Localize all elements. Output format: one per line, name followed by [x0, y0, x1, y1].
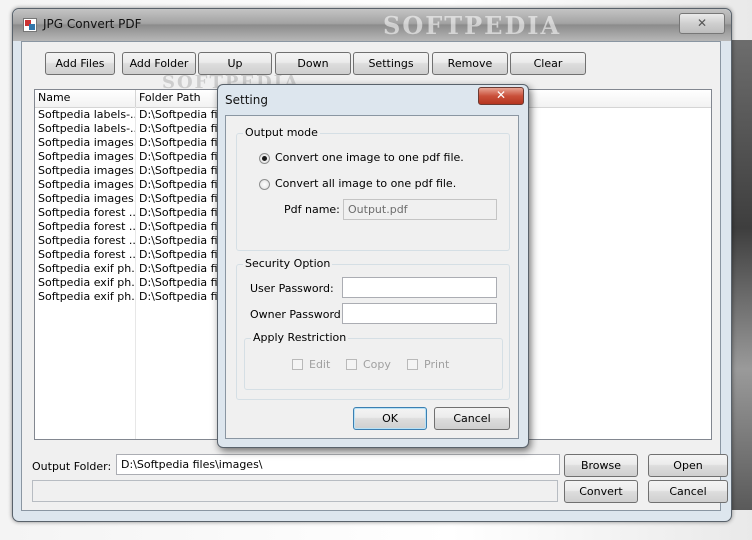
close-icon[interactable]: ✕: [478, 87, 524, 105]
owner-password-input[interactable]: [342, 303, 497, 324]
setting-dialog: Setting ✕ Output mode Convert one image …: [217, 84, 529, 448]
settings-button[interactable]: Settings: [353, 52, 429, 75]
open-button[interactable]: Open: [648, 454, 728, 477]
title-bar[interactable]: JPG Convert PDF SOFTPEDIA ✕: [13, 9, 731, 41]
file-name-cell: Softpedia forest ...: [38, 248, 135, 261]
file-name-cell: Softpedia images...: [38, 136, 135, 149]
file-name-cell: Softpedia exif ph...: [38, 276, 135, 289]
file-name-cell: Softpedia images...: [38, 178, 135, 191]
apply-restriction-group: Apply Restriction Edit Copy Print: [244, 331, 503, 390]
watermark-text: SOFTPEDIA: [383, 11, 562, 40]
user-password-input[interactable]: [342, 277, 497, 298]
option-all-label[interactable]: Convert all image to one pdf file.: [275, 177, 456, 190]
file-name-cell: Softpedia images...: [38, 164, 135, 177]
close-icon[interactable]: ✕: [679, 13, 725, 34]
pdf-name-label: Pdf name:: [284, 203, 340, 216]
radio-one-per-file[interactable]: [259, 153, 270, 164]
ok-button[interactable]: OK: [353, 407, 427, 430]
file-name-cell: Softpedia forest ...: [38, 234, 135, 247]
radio-all-in-one[interactable]: [259, 179, 270, 190]
clear-button[interactable]: Clear: [510, 52, 586, 75]
file-name-cell: Softpedia images...: [38, 150, 135, 163]
desktop-wallpaper-edge: [730, 40, 752, 510]
column-header-folder-path[interactable]: Folder Path: [136, 90, 226, 107]
window-title: JPG Convert PDF: [43, 17, 142, 31]
output-mode-legend: Output mode: [243, 126, 320, 139]
print-checkbox[interactable]: [407, 359, 418, 370]
convert-button[interactable]: Convert: [564, 480, 638, 503]
cancel-button[interactable]: Cancel: [648, 480, 728, 503]
dialog-client: Output mode Convert one image to one pdf…: [225, 115, 519, 439]
remove-button[interactable]: Remove: [432, 52, 508, 75]
edit-label: Edit: [309, 358, 331, 371]
apply-restriction-legend: Apply Restriction: [251, 331, 349, 344]
output-folder-label: Output Folder:: [32, 460, 112, 473]
security-option-group: Security Option User Password: Owner Pas…: [236, 257, 510, 400]
app-icon: [23, 18, 37, 32]
user-password-label: User Password:: [250, 282, 334, 295]
edit-checkbox[interactable]: [292, 359, 303, 370]
option-one-label[interactable]: Convert one image to one pdf file.: [275, 151, 464, 164]
copy-checkbox[interactable]: [346, 359, 357, 370]
add-files-button[interactable]: Add Files: [45, 52, 115, 75]
copy-label: Copy: [363, 358, 391, 371]
dialog-cancel-button[interactable]: Cancel: [434, 407, 510, 430]
browse-button[interactable]: Browse: [564, 454, 638, 477]
file-name-cell: Softpedia exif ph...: [38, 262, 135, 275]
dialog-title: Setting: [225, 93, 268, 107]
output-mode-group: Output mode Convert one image to one pdf…: [236, 126, 510, 251]
file-name-cell: Softpedia exif ph...: [38, 290, 135, 303]
print-label: Print: [424, 358, 450, 371]
output-folder-input[interactable]: D:\Softpedia files\images\: [116, 454, 560, 475]
file-name-cell: Softpedia forest ...: [38, 206, 135, 219]
progress-bar: [32, 480, 558, 502]
owner-password-label: Owner Password:: [250, 308, 345, 321]
column-header-name[interactable]: Name: [35, 90, 136, 107]
file-name-cell: Softpedia labels-...: [38, 122, 135, 135]
file-name-cell: Softpedia images...: [38, 192, 135, 205]
file-name-cell: Softpedia forest ...: [38, 220, 135, 233]
pdf-name-input[interactable]: Output.pdf: [343, 199, 497, 220]
file-name-cell: Softpedia labels-...: [38, 108, 135, 121]
security-option-legend: Security Option: [243, 257, 333, 270]
